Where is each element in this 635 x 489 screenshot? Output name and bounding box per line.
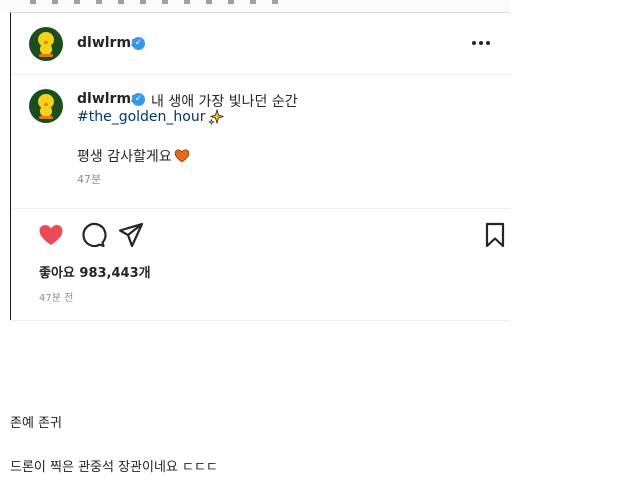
page-comment: 드론이 찍은 관중석 장관이네요 ㄷㄷㄷ [10,460,218,475]
hashtag-link[interactable]: #the_golden_hour [77,109,206,125]
avatar[interactable] [29,27,63,61]
divider [10,320,510,321]
page-comment: 존예 존귀 [10,416,62,431]
caption-comment-text: 평생 감사할게요 [77,149,172,165]
share-icon[interactable] [117,221,145,249]
comment-icon[interactable] [79,221,107,249]
post-header: dlwlrma ✓ [11,13,511,75]
likes-count[interactable]: 좋아요 983,443개 [39,262,151,281]
caption-comment-row: 평생 감사할게요 [77,146,190,166]
hashtag-row: #the_golden_hour [77,109,224,125]
previous-content-strip [0,0,510,12]
sparkles-emoji-icon [207,109,224,125]
bookmark-icon[interactable] [481,221,509,249]
caption-text: 내 생애 가장 빛나던 순간 [151,94,298,110]
caption-avatar[interactable] [29,89,63,123]
instagram-post-card: dlwlrma ✓ dlwlrma ✓ 내 생애 가장 빛나던 순간 #the_… [10,12,511,321]
more-options-icon[interactable] [469,31,493,55]
caption-timestamp: 47분 [77,173,102,186]
verified-badge-icon: ✓ [132,37,145,50]
orange-heart-emoji-icon [174,149,189,163]
divider [11,208,511,209]
verified-badge-icon: ✓ [132,93,145,106]
post-username[interactable]: dlwlrma [77,35,141,51]
post-timestamp: 47분 전 [39,293,74,304]
caption-username[interactable]: dlwlrma [77,91,141,107]
heart-icon[interactable] [37,221,65,249]
